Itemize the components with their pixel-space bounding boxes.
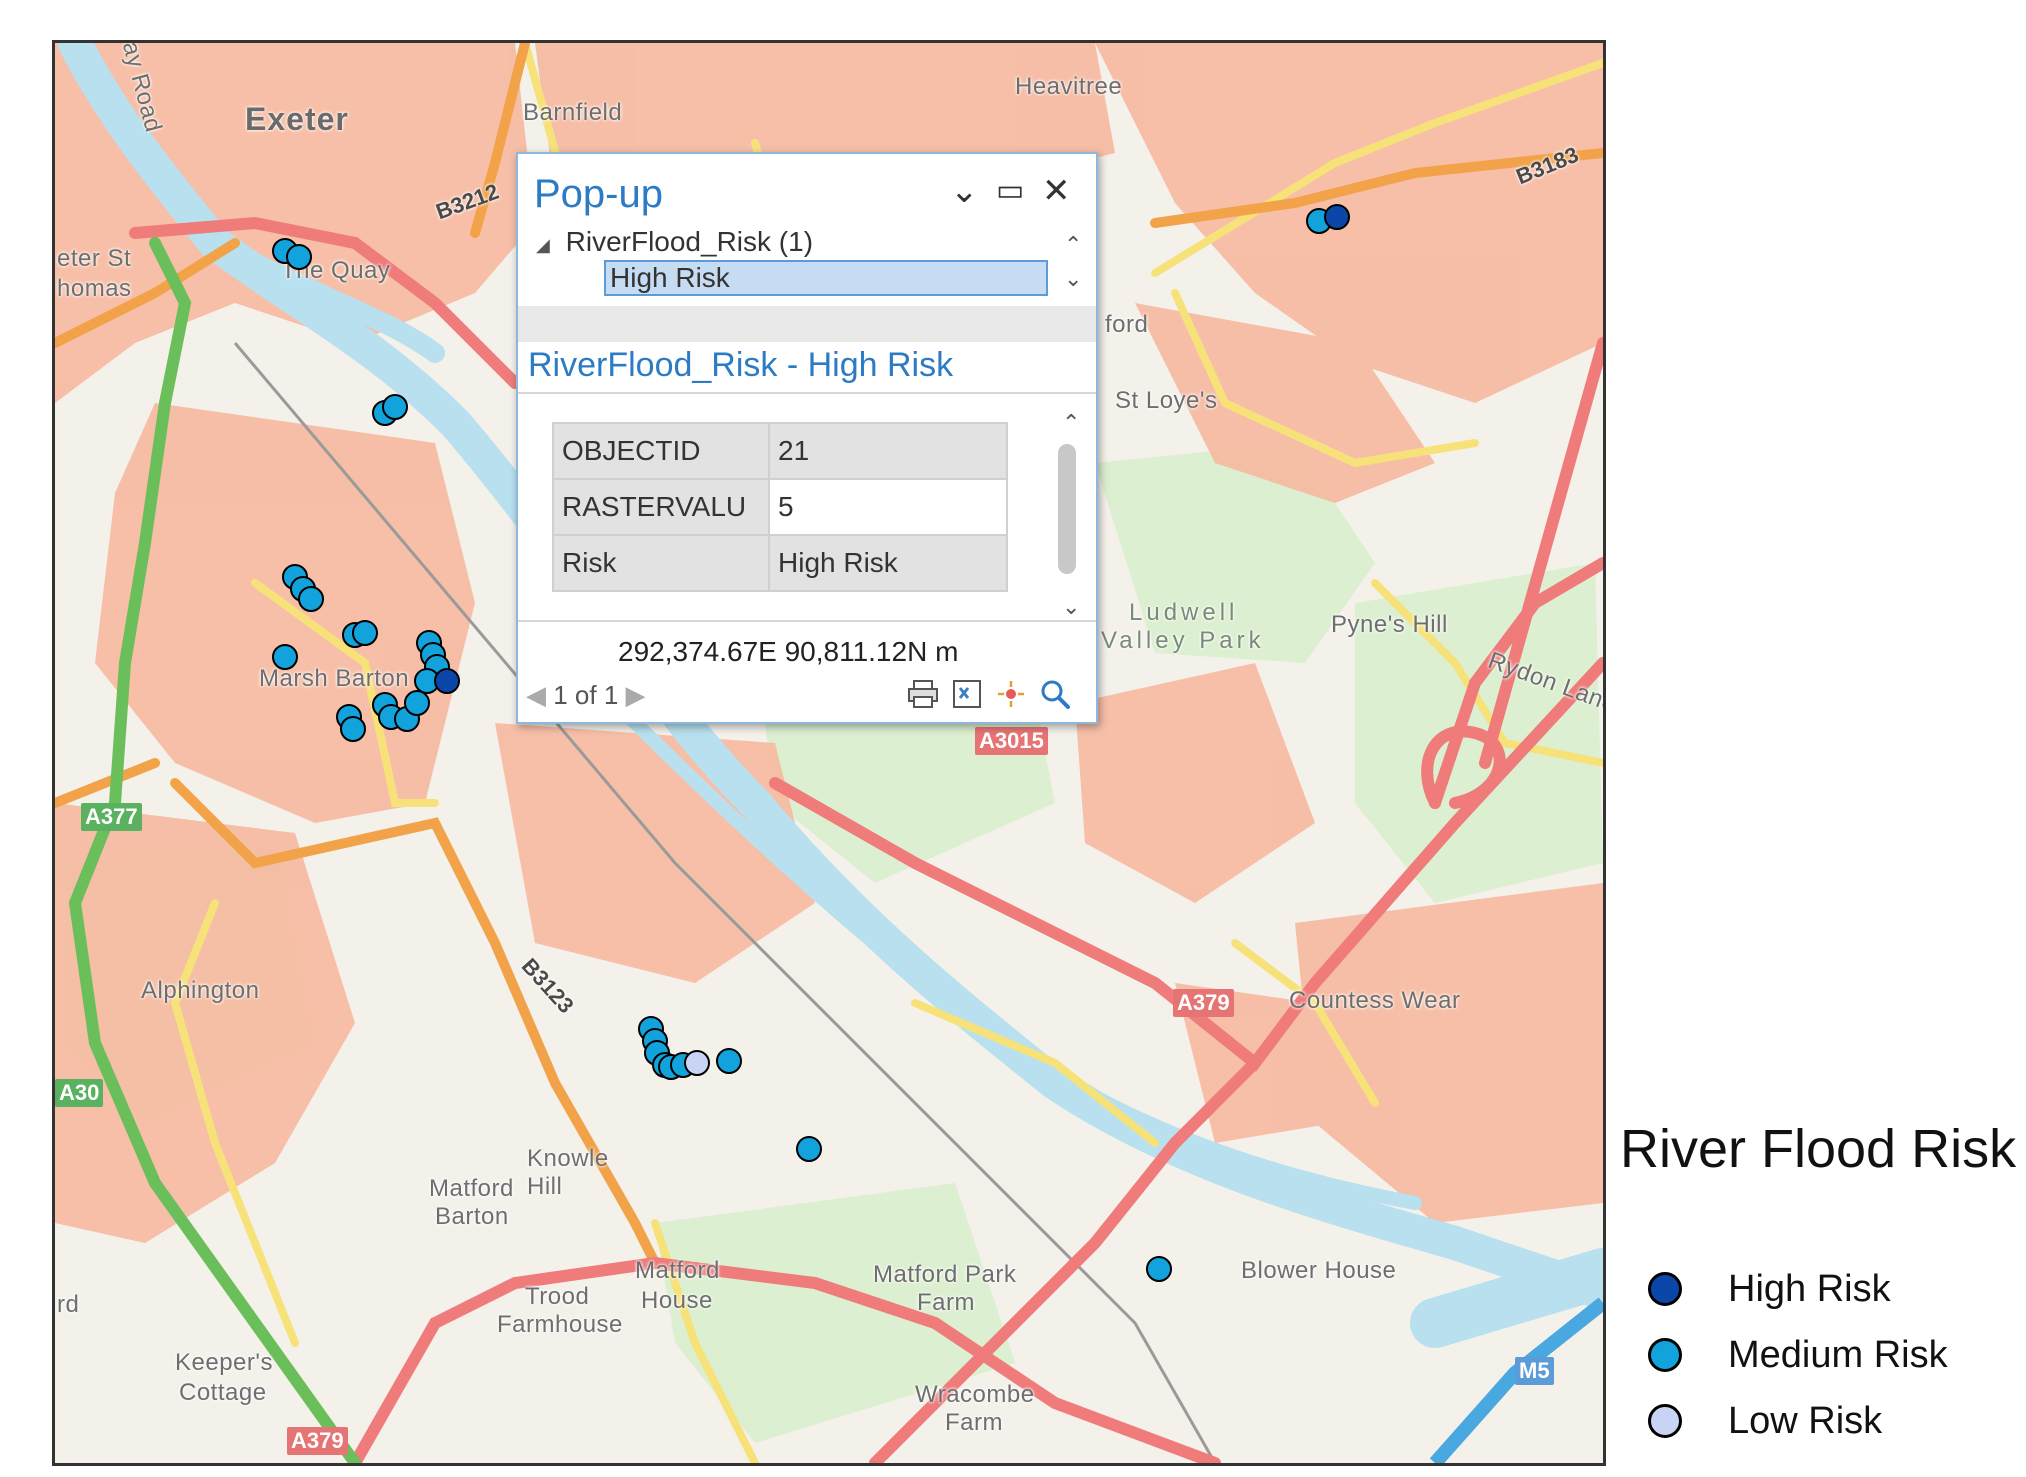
place-label: St Loye's [1115, 387, 1218, 414]
tree-layer-label: RiverFlood_Risk (1) [565, 226, 814, 257]
road-shield-a377: A377 [81, 803, 142, 831]
place-label: eter St [57, 245, 132, 272]
place-label: Wracombe [915, 1381, 1035, 1408]
road-shield-m5: M5 [1515, 1357, 1554, 1385]
place-label: Matford [429, 1175, 514, 1202]
place-label: Matford Park [873, 1261, 1017, 1288]
attribute-key: Risk [552, 534, 770, 592]
medium-risk-point[interactable] [272, 644, 298, 670]
place-label: Keeper's [175, 1349, 273, 1376]
medium-risk-point[interactable] [340, 716, 366, 742]
search-icon[interactable] [1038, 678, 1072, 710]
place-label: Hill [527, 1173, 563, 1200]
close-icon[interactable]: ✕ [1042, 174, 1071, 208]
place-label: Heavitree [1015, 73, 1123, 100]
scroll-up-icon[interactable]: ⌃ [1064, 232, 1082, 258]
place-label: Exeter [245, 101, 349, 137]
place-label: rd [57, 1291, 80, 1318]
popup-window[interactable]: Pop-up ⌄ ▭ ✕ ◢ RiverFlood_Risk (1) High … [516, 152, 1098, 724]
divider [518, 620, 1096, 622]
medium-risk-point[interactable] [352, 620, 378, 646]
legend-label: Medium Risk [1728, 1334, 1948, 1376]
road-shield-a379: A379 [1173, 989, 1234, 1017]
splitter-bar[interactable] [518, 306, 1096, 342]
place-label: Barton [435, 1203, 509, 1230]
scroll-down-icon[interactable]: ⌄ [1062, 594, 1080, 620]
attribute-key: OBJECTID [552, 422, 770, 480]
high-risk-point[interactable] [434, 668, 460, 694]
scrollbar-thumb[interactable] [1058, 444, 1076, 574]
tree-selected-feature[interactable]: High Risk [604, 260, 1048, 296]
table-row: RASTERVALU 5 [552, 478, 1008, 536]
coordinate-readout: 292,374.67E 90,811.12N m [618, 636, 959, 667]
collapse-triangle-icon[interactable]: ◢ [536, 235, 550, 255]
attribute-value: 21 [768, 422, 1008, 480]
tree-layer-item[interactable]: ◢ RiverFlood_Risk (1) [536, 226, 813, 258]
medium-risk-point[interactable] [404, 690, 430, 716]
flash-icon[interactable] [994, 678, 1028, 710]
place-label: Alphington [141, 977, 260, 1004]
place-label: Farm [945, 1409, 1003, 1436]
maximize-icon[interactable]: ▭ [996, 174, 1024, 208]
attribute-value: High Risk [768, 534, 1008, 592]
road-shield-a379: A379 [287, 1427, 348, 1455]
medium-risk-point[interactable] [382, 394, 408, 420]
popup-title: Pop-up [534, 172, 663, 216]
road-shield-a30: A30 [55, 1079, 104, 1107]
pager-label: 1 of 1 [553, 680, 619, 710]
attribute-value: 5 [768, 478, 1008, 536]
medium-risk-point[interactable] [286, 244, 312, 270]
place-label: ford [1105, 311, 1149, 338]
high-risk-swatch [1648, 1272, 1682, 1306]
print-icon[interactable] [906, 678, 940, 710]
legend-title: River Flood Risk [1620, 1119, 2017, 1179]
place-label: Cottage [179, 1379, 267, 1406]
attribute-key: RASTERVALU [552, 478, 770, 536]
place-label: Ludwell [1129, 599, 1239, 626]
place-label: Blower House [1241, 1257, 1397, 1284]
low-risk-point[interactable] [684, 1050, 710, 1076]
scroll-down-icon[interactable]: ⌄ [1064, 266, 1082, 292]
place-label: Valley Park [1101, 627, 1265, 654]
divider [518, 392, 1096, 394]
legend-label: Low Risk [1728, 1400, 1883, 1442]
scroll-up-icon[interactable]: ⌃ [1062, 410, 1080, 436]
table-row: OBJECTID 21 [552, 422, 1008, 480]
previous-icon[interactable]: ◀ [526, 680, 546, 710]
table-row: Risk High Risk [552, 534, 1008, 592]
high-risk-point[interactable] [1324, 204, 1350, 230]
feature-title: RiverFlood_Risk - High Risk [528, 346, 954, 384]
place-label: Pyne's Hill [1331, 611, 1448, 638]
medium-risk-point[interactable] [796, 1136, 822, 1162]
medium-risk-point[interactable] [716, 1048, 742, 1074]
road-shield-a3015: A3015 [975, 727, 1048, 755]
low-risk-swatch [1648, 1404, 1682, 1438]
next-icon[interactable]: ▶ [626, 680, 646, 710]
attribute-table: OBJECTID 21 RASTERVALU 5 Risk High Risk [552, 422, 1008, 592]
medium-risk-swatch [1648, 1338, 1682, 1372]
medium-risk-point[interactable] [298, 586, 324, 612]
place-label: Trood [525, 1283, 590, 1310]
medium-risk-point[interactable] [1146, 1256, 1172, 1282]
place-label: Farmhouse [497, 1311, 623, 1338]
place-label: Countess Wear [1289, 987, 1461, 1014]
place-label: House [641, 1287, 713, 1314]
place-label: homas [57, 275, 132, 302]
zoom-to-icon[interactable] [950, 678, 984, 710]
place-label: Barnfield [523, 99, 623, 126]
place-label: Knowle [527, 1145, 609, 1172]
pager: ◀ 1 of 1 ▶ [526, 680, 646, 711]
chevron-down-icon[interactable]: ⌄ [950, 174, 979, 208]
legend-label: High Risk [1728, 1268, 1891, 1310]
place-label: Farm [917, 1289, 975, 1316]
place-label: Matford [635, 1257, 720, 1284]
